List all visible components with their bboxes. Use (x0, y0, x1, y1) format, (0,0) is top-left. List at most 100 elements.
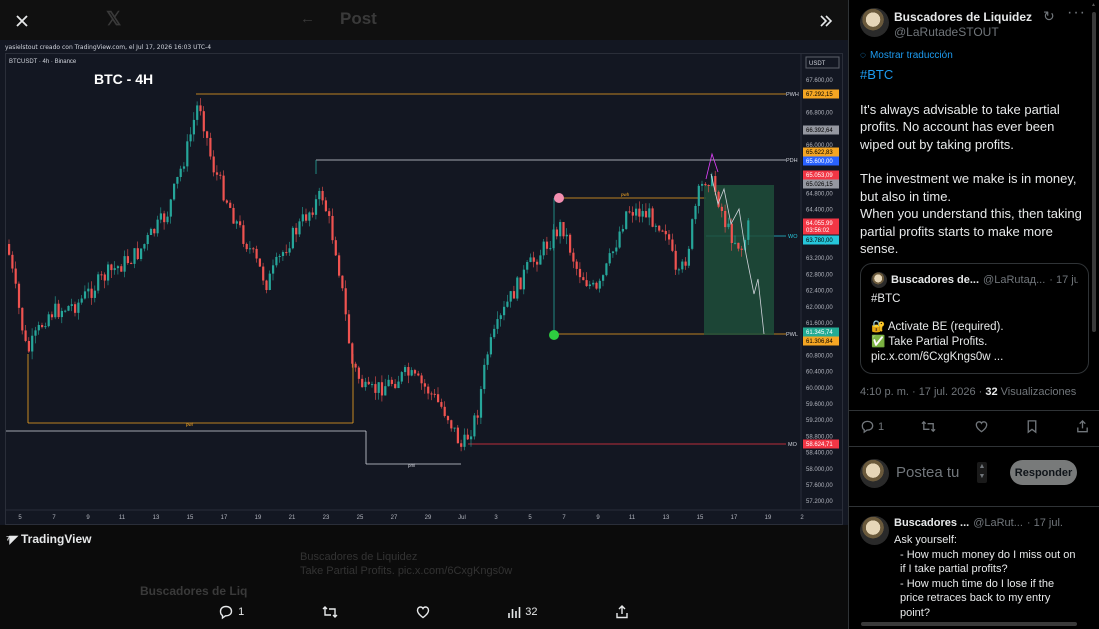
candle-body (354, 363, 357, 368)
candle-body (74, 304, 77, 313)
reply-author[interactable]: Buscadores ... (894, 517, 969, 529)
reply-line-3: - How much time do I lose if the price r… (900, 577, 1055, 619)
repost-icon[interactable] (920, 419, 937, 434)
translate-link[interactable]: ◌ Mostrar traducción (860, 50, 953, 61)
candle-body (417, 373, 420, 376)
repost-button[interactable] (321, 604, 339, 620)
close-icon (16, 15, 28, 27)
candle-body (116, 266, 120, 269)
author-avatar[interactable] (860, 8, 889, 37)
x-tick-label: 19 (765, 515, 772, 521)
candle-body (674, 250, 677, 270)
scrollbar-thumb[interactable] (1092, 12, 1096, 332)
candle-body (242, 225, 245, 244)
scroll-up-arrow[interactable]: ▲ (1091, 2, 1097, 8)
current-user-avatar[interactable] (860, 459, 889, 488)
candle-body (202, 111, 205, 132)
y-tick-label: 63.200,00 (806, 256, 833, 262)
horizontal-scrollbar-thumb[interactable] (861, 622, 1077, 626)
bookmark-icon[interactable] (1025, 419, 1039, 434)
price-tag-label: 61.345,74 (806, 330, 833, 336)
candle-body (423, 383, 426, 387)
reply-author-avatar[interactable] (860, 516, 889, 545)
grok-icon[interactable]: ↻ (1043, 8, 1055, 25)
candle-body (209, 137, 212, 157)
candle-body (341, 275, 344, 289)
candle-body (598, 280, 601, 289)
candle-body (206, 131, 209, 138)
x-tick-label: 29 (425, 515, 432, 521)
candle-body (506, 301, 509, 307)
reply-input[interactable]: Postea tu (896, 464, 959, 481)
reply-button[interactable]: 1 (218, 604, 244, 620)
reply-submit-button[interactable]: Responder (1010, 460, 1077, 485)
candle-body (648, 208, 651, 218)
share-button[interactable] (614, 604, 630, 620)
post-timestamp[interactable]: 4:10 p. m. · 17 jul. 2026 · (860, 386, 985, 398)
candle-body (681, 261, 684, 270)
candle-body (265, 280, 268, 291)
candle-body (67, 305, 70, 311)
candle-body (701, 183, 704, 186)
level-label-pwh: PWH (786, 92, 799, 98)
candle-body (314, 199, 318, 215)
candle-body (328, 211, 331, 216)
candle-body (539, 255, 542, 265)
candle-body (658, 225, 661, 231)
post-hashtag[interactable]: #BTC (860, 66, 1088, 84)
price-tag-label: 61.306,84 (806, 339, 833, 345)
candle-body (611, 251, 615, 254)
candle-body (618, 231, 621, 248)
candle-body (390, 379, 393, 384)
level-label-pdh: PDH (786, 158, 798, 164)
price-tag-label: 66.392,64 (806, 128, 833, 134)
candle-body (367, 381, 370, 385)
chart-credit: yasielstout creado con TradingView.com, … (5, 44, 212, 51)
candle-body (668, 234, 671, 240)
candle-body (565, 234, 568, 237)
repost-icon (322, 606, 338, 618)
candle-body (301, 214, 304, 222)
x-tick-label: 5 (528, 515, 532, 521)
candle-body (582, 277, 585, 281)
post-views-label: Visualizaciones (997, 386, 1077, 398)
candle-body (625, 211, 628, 229)
heart-icon[interactable] (974, 419, 989, 434)
views-button[interactable]: 32 (507, 605, 537, 619)
reply-icon (861, 420, 874, 434)
quoted-post[interactable]: Buscadores de... @LaRutaд... · 17 jul. #… (860, 263, 1089, 374)
candle-body (21, 307, 24, 331)
candle-body (338, 255, 341, 276)
horizontal-scrollbar[interactable] (849, 620, 1089, 628)
panel-reply-count: 1 (878, 420, 885, 433)
candle-body (476, 415, 479, 418)
candle-body (80, 298, 83, 303)
divider (849, 410, 1099, 411)
candle-body (407, 367, 410, 376)
reply-handle[interactable]: @LaRut... (973, 517, 1023, 529)
close-viewer-button[interactable] (5, 4, 39, 38)
candle-body (374, 384, 377, 393)
candle-body (103, 274, 106, 281)
candle-body (427, 386, 430, 394)
y-tick-label: 67.600,00 (806, 78, 833, 84)
reply-input-scroll[interactable]: ▲ ▼ (977, 462, 987, 483)
exit-marker (549, 330, 559, 340)
panel-reply-button[interactable]: 1 (860, 419, 884, 434)
candle-body (163, 213, 166, 223)
share-icon[interactable] (1075, 419, 1090, 434)
author-handle[interactable]: @LaRutadeSTOUT (894, 25, 999, 39)
x-tick-label: 3 (494, 515, 498, 521)
tradingview-logo-icon: ⁷◤ (6, 533, 18, 546)
candle-body (186, 141, 189, 167)
more-options-icon[interactable]: ··· (1067, 4, 1086, 22)
collapse-panel-button[interactable] (809, 4, 843, 38)
like-button[interactable] (415, 604, 431, 620)
candle-body (351, 343, 354, 364)
panel-scrollbar[interactable]: ▲ (1090, 0, 1098, 629)
author-name[interactable]: Buscadores de Liquidez (894, 10, 1032, 24)
candle-body (486, 354, 489, 365)
candle-body (437, 394, 440, 403)
candle-body (473, 415, 476, 437)
candle-body (278, 256, 281, 258)
